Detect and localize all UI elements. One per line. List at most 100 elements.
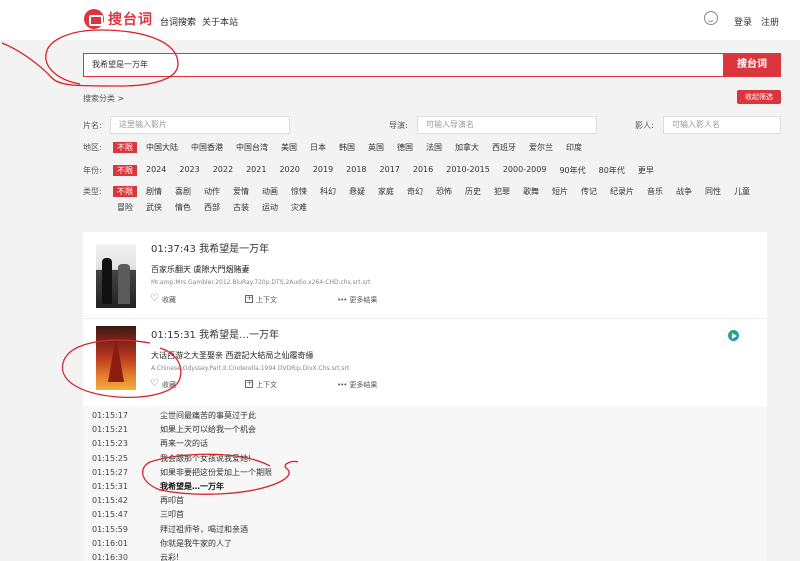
genre-option[interactable]: 战争 <box>676 186 692 197</box>
context-line[interactable]: 01:15:25 我会跟那个女孩说我爱她! <box>92 453 251 464</box>
region-option[interactable]: 日本 <box>310 142 326 153</box>
genre-option[interactable]: 灾难 <box>291 202 307 213</box>
search-category-link[interactable]: 搜索分类 > <box>83 93 124 104</box>
result-heading[interactable]: 01:15:31 我希望是…一万年 <box>151 326 279 341</box>
collapse-filter-button[interactable]: 收起筛选 <box>737 90 781 104</box>
genre-option[interactable]: 同性 <box>705 186 721 197</box>
year-option[interactable]: 2023 <box>179 165 199 176</box>
title-field[interactable]: 这里输入影片 <box>110 116 290 134</box>
context-label: 上下文 <box>256 296 277 304</box>
genre-option[interactable]: 科幻 <box>320 186 336 197</box>
genre-option[interactable]: 古装 <box>233 202 249 213</box>
login-link[interactable]: 登录 <box>734 15 752 28</box>
genre-option[interactable]: 历史 <box>465 186 481 197</box>
genre-option[interactable]: 传记 <box>581 186 597 197</box>
context-line[interactable]: 01:15:17 尘世间最痛苦的事莫过于此 <box>92 410 256 421</box>
year-option[interactable]: 2024 <box>146 165 166 176</box>
genre-option[interactable]: 冒险 <box>117 202 133 213</box>
context-line[interactable]: 01:15:42 再叩首 <box>92 495 184 506</box>
search-input[interactable]: 我希望是一万年 <box>83 53 723 77</box>
nav-item-subtitle-search[interactable]: 台词搜索 <box>160 15 196 28</box>
play-icon[interactable] <box>728 330 739 341</box>
genre-option[interactable]: 歌舞 <box>523 186 539 197</box>
genre-option[interactable]: 短片 <box>552 186 568 197</box>
genre-option[interactable]: 动作 <box>204 186 220 197</box>
genre-option[interactable]: 西部 <box>204 202 220 213</box>
genre-option[interactable]: 运动 <box>262 202 278 213</box>
region-option[interactable]: 不限 <box>113 142 137 153</box>
genre-option[interactable]: 恐怖 <box>436 186 452 197</box>
year-option[interactable]: 2021 <box>246 165 266 176</box>
site-logo[interactable]: 搜台词 <box>84 9 153 29</box>
genre-option[interactable]: 剧情 <box>146 186 162 197</box>
genre-option[interactable]: 纪录片 <box>610 186 634 197</box>
context-line[interactable]: 01:16:30 云彩! <box>92 552 179 561</box>
actor-field[interactable]: 可输入影人名 <box>663 116 781 134</box>
year-option[interactable]: 2000-2009 <box>503 165 547 176</box>
genre-option[interactable]: 动画 <box>262 186 278 197</box>
context-button[interactable]: 上下文 <box>245 378 277 390</box>
genre-option[interactable]: 情色 <box>175 202 191 213</box>
favorite-button[interactable]: 收藏 <box>150 293 176 305</box>
year-option[interactable]: 不限 <box>113 165 137 176</box>
context-button[interactable]: 上下文 <box>245 293 277 305</box>
context-line-text: 再叩首 <box>160 496 184 506</box>
year-option[interactable]: 2022 <box>213 165 233 176</box>
region-option[interactable]: 爱尔兰 <box>529 142 553 153</box>
context-icon <box>245 378 253 388</box>
search-button[interactable]: 搜台词 <box>723 53 781 77</box>
context-line[interactable]: 01:15:59 拜过祖师爷，喝过和亲酒 <box>92 524 248 535</box>
nav-item-about[interactable]: 关于本站 <box>202 15 238 28</box>
context-line-text: 如果上天可以给我一个机会 <box>160 425 256 435</box>
region-option[interactable]: 加拿大 <box>455 142 479 153</box>
genre-option[interactable]: 犯罪 <box>494 186 510 197</box>
genre-option[interactable]: 家庭 <box>378 186 394 197</box>
genre-option[interactable]: 武侠 <box>146 202 162 213</box>
region-option[interactable]: 中国台湾 <box>236 142 268 153</box>
year-option[interactable]: 2020 <box>279 165 299 176</box>
more-results-button[interactable]: ••• 更多结果 <box>337 295 377 305</box>
more-results-button[interactable]: ••• 更多结果 <box>337 380 377 390</box>
genre-option[interactable]: 惊悚 <box>291 186 307 197</box>
year-option[interactable]: 更早 <box>638 165 654 176</box>
year-option[interactable]: 2017 <box>380 165 400 176</box>
context-line[interactable]: 01:15:47 三叩首 <box>92 509 184 520</box>
context-line[interactable]: 01:15:27 如果非要把这份爱加上一个期限 <box>92 467 272 478</box>
region-option[interactable]: 德国 <box>397 142 413 153</box>
genre-option[interactable]: 爱情 <box>233 186 249 197</box>
region-option[interactable]: 英国 <box>368 142 384 153</box>
year-option[interactable]: 2010-2015 <box>446 165 490 176</box>
region-option[interactable]: 美国 <box>281 142 297 153</box>
genre-option[interactable]: 喜剧 <box>175 186 191 197</box>
region-option[interactable]: 韩国 <box>339 142 355 153</box>
year-option[interactable]: 90年代 <box>559 165 585 176</box>
region-option[interactable]: 中国大陆 <box>146 142 178 153</box>
context-line-text: 云彩! <box>160 553 180 561</box>
region-option[interactable]: 西班牙 <box>492 142 516 153</box>
year-option[interactable]: 2019 <box>313 165 333 176</box>
movie-poster[interactable] <box>96 244 136 308</box>
region-option[interactable]: 印度 <box>566 142 582 153</box>
director-field[interactable]: 可输入导演名 <box>417 116 597 134</box>
genre-option[interactable]: 不限 <box>113 186 137 197</box>
region-option[interactable]: 中国香港 <box>191 142 223 153</box>
register-link[interactable]: 注册 <box>761 15 779 28</box>
year-option[interactable]: 80年代 <box>599 165 625 176</box>
region-option[interactable]: 法国 <box>426 142 442 153</box>
context-line[interactable]: 01:15:21 如果上天可以给我一个机会 <box>92 424 256 435</box>
context-line[interactable]: 01:16:01 你就是我牛家的人了 <box>92 538 232 549</box>
context-line[interactable]: 01:15:31 我希望是…一万年 <box>92 481 224 492</box>
favorite-button[interactable]: 收藏 <box>150 378 176 390</box>
genre-option[interactable]: 悬疑 <box>349 186 365 197</box>
genre-option[interactable]: 音乐 <box>647 186 663 197</box>
genre-option[interactable]: 奇幻 <box>407 186 423 197</box>
context-line[interactable]: 01:15:23 再来一次的话 <box>92 438 208 449</box>
genre-option[interactable]: 儿童 <box>734 186 750 197</box>
movie-title[interactable]: 大话西游之大圣娶亲 西遊記大結局之仙履奇緣 <box>151 350 314 361</box>
year-option[interactable]: 2016 <box>413 165 433 176</box>
result-heading[interactable]: 01:37:43 我希望是一万年 <box>151 240 269 255</box>
year-option[interactable]: 2018 <box>346 165 366 176</box>
movie-title[interactable]: 百家乐翻天 虞隙大門烟赌妻 <box>151 264 250 275</box>
user-avatar-icon[interactable] <box>704 11 718 25</box>
movie-poster[interactable] <box>96 326 136 390</box>
